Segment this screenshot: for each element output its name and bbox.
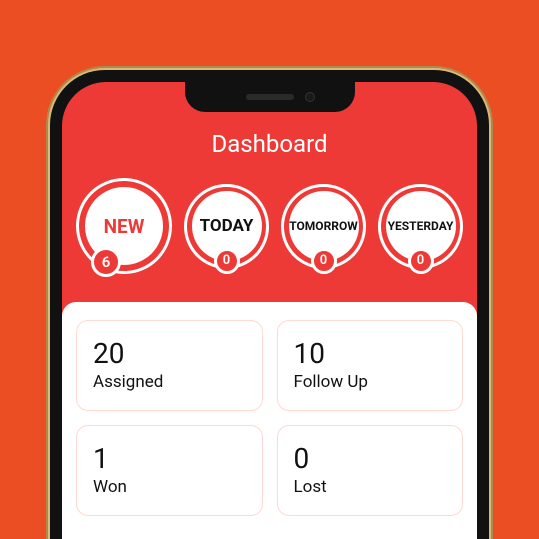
stat-value: 20 — [93, 337, 246, 370]
stat-card-assigned[interactable]: 20 Assigned — [76, 320, 263, 411]
phone-notch — [185, 82, 355, 112]
stat-label: Assigned — [93, 372, 246, 392]
speaker-grille — [246, 94, 294, 100]
front-camera — [305, 92, 315, 102]
filter-pills-row: NEW 6 TODAY 0 TOMORROW 0 YESTERDAY — [62, 158, 477, 302]
stat-card-followup[interactable]: 10 Follow Up — [277, 320, 464, 411]
power-button — [489, 230, 493, 305]
stat-value: 0 — [294, 442, 447, 475]
stat-label: Follow Up — [294, 372, 447, 392]
filter-pill-tomorrow[interactable]: TOMORROW 0 — [281, 178, 366, 274]
filter-pill-today[interactable]: TODAY 0 — [184, 178, 269, 274]
filter-pill-count: 0 — [214, 248, 240, 274]
phone-screen: Dashboard NEW 6 TODAY 0 TOMORROW 0 — [62, 82, 477, 539]
filter-pill-count: 0 — [311, 248, 337, 274]
filter-pill-count: 0 — [408, 248, 434, 274]
filter-pill-count: 6 — [91, 247, 121, 277]
stats-grid: 20 Assigned 10 Follow Up 1 Won 0 Lost — [76, 320, 463, 516]
filter-pill-new[interactable]: NEW 6 — [76, 178, 172, 274]
stat-label: Won — [93, 477, 246, 497]
stat-card-won[interactable]: 1 Won — [76, 425, 263, 516]
stat-label: Lost — [294, 477, 447, 497]
dashboard-content: 20 Assigned 10 Follow Up 1 Won 0 Lost — [62, 302, 477, 539]
page-title: Dashboard — [62, 130, 477, 158]
stat-value: 1 — [93, 442, 246, 475]
filter-pill-yesterday[interactable]: YESTERDAY 0 — [378, 178, 463, 274]
phone-frame: Dashboard NEW 6 TODAY 0 TOMORROW 0 — [50, 70, 489, 539]
stat-value: 10 — [294, 337, 447, 370]
stat-card-lost[interactable]: 0 Lost — [277, 425, 464, 516]
